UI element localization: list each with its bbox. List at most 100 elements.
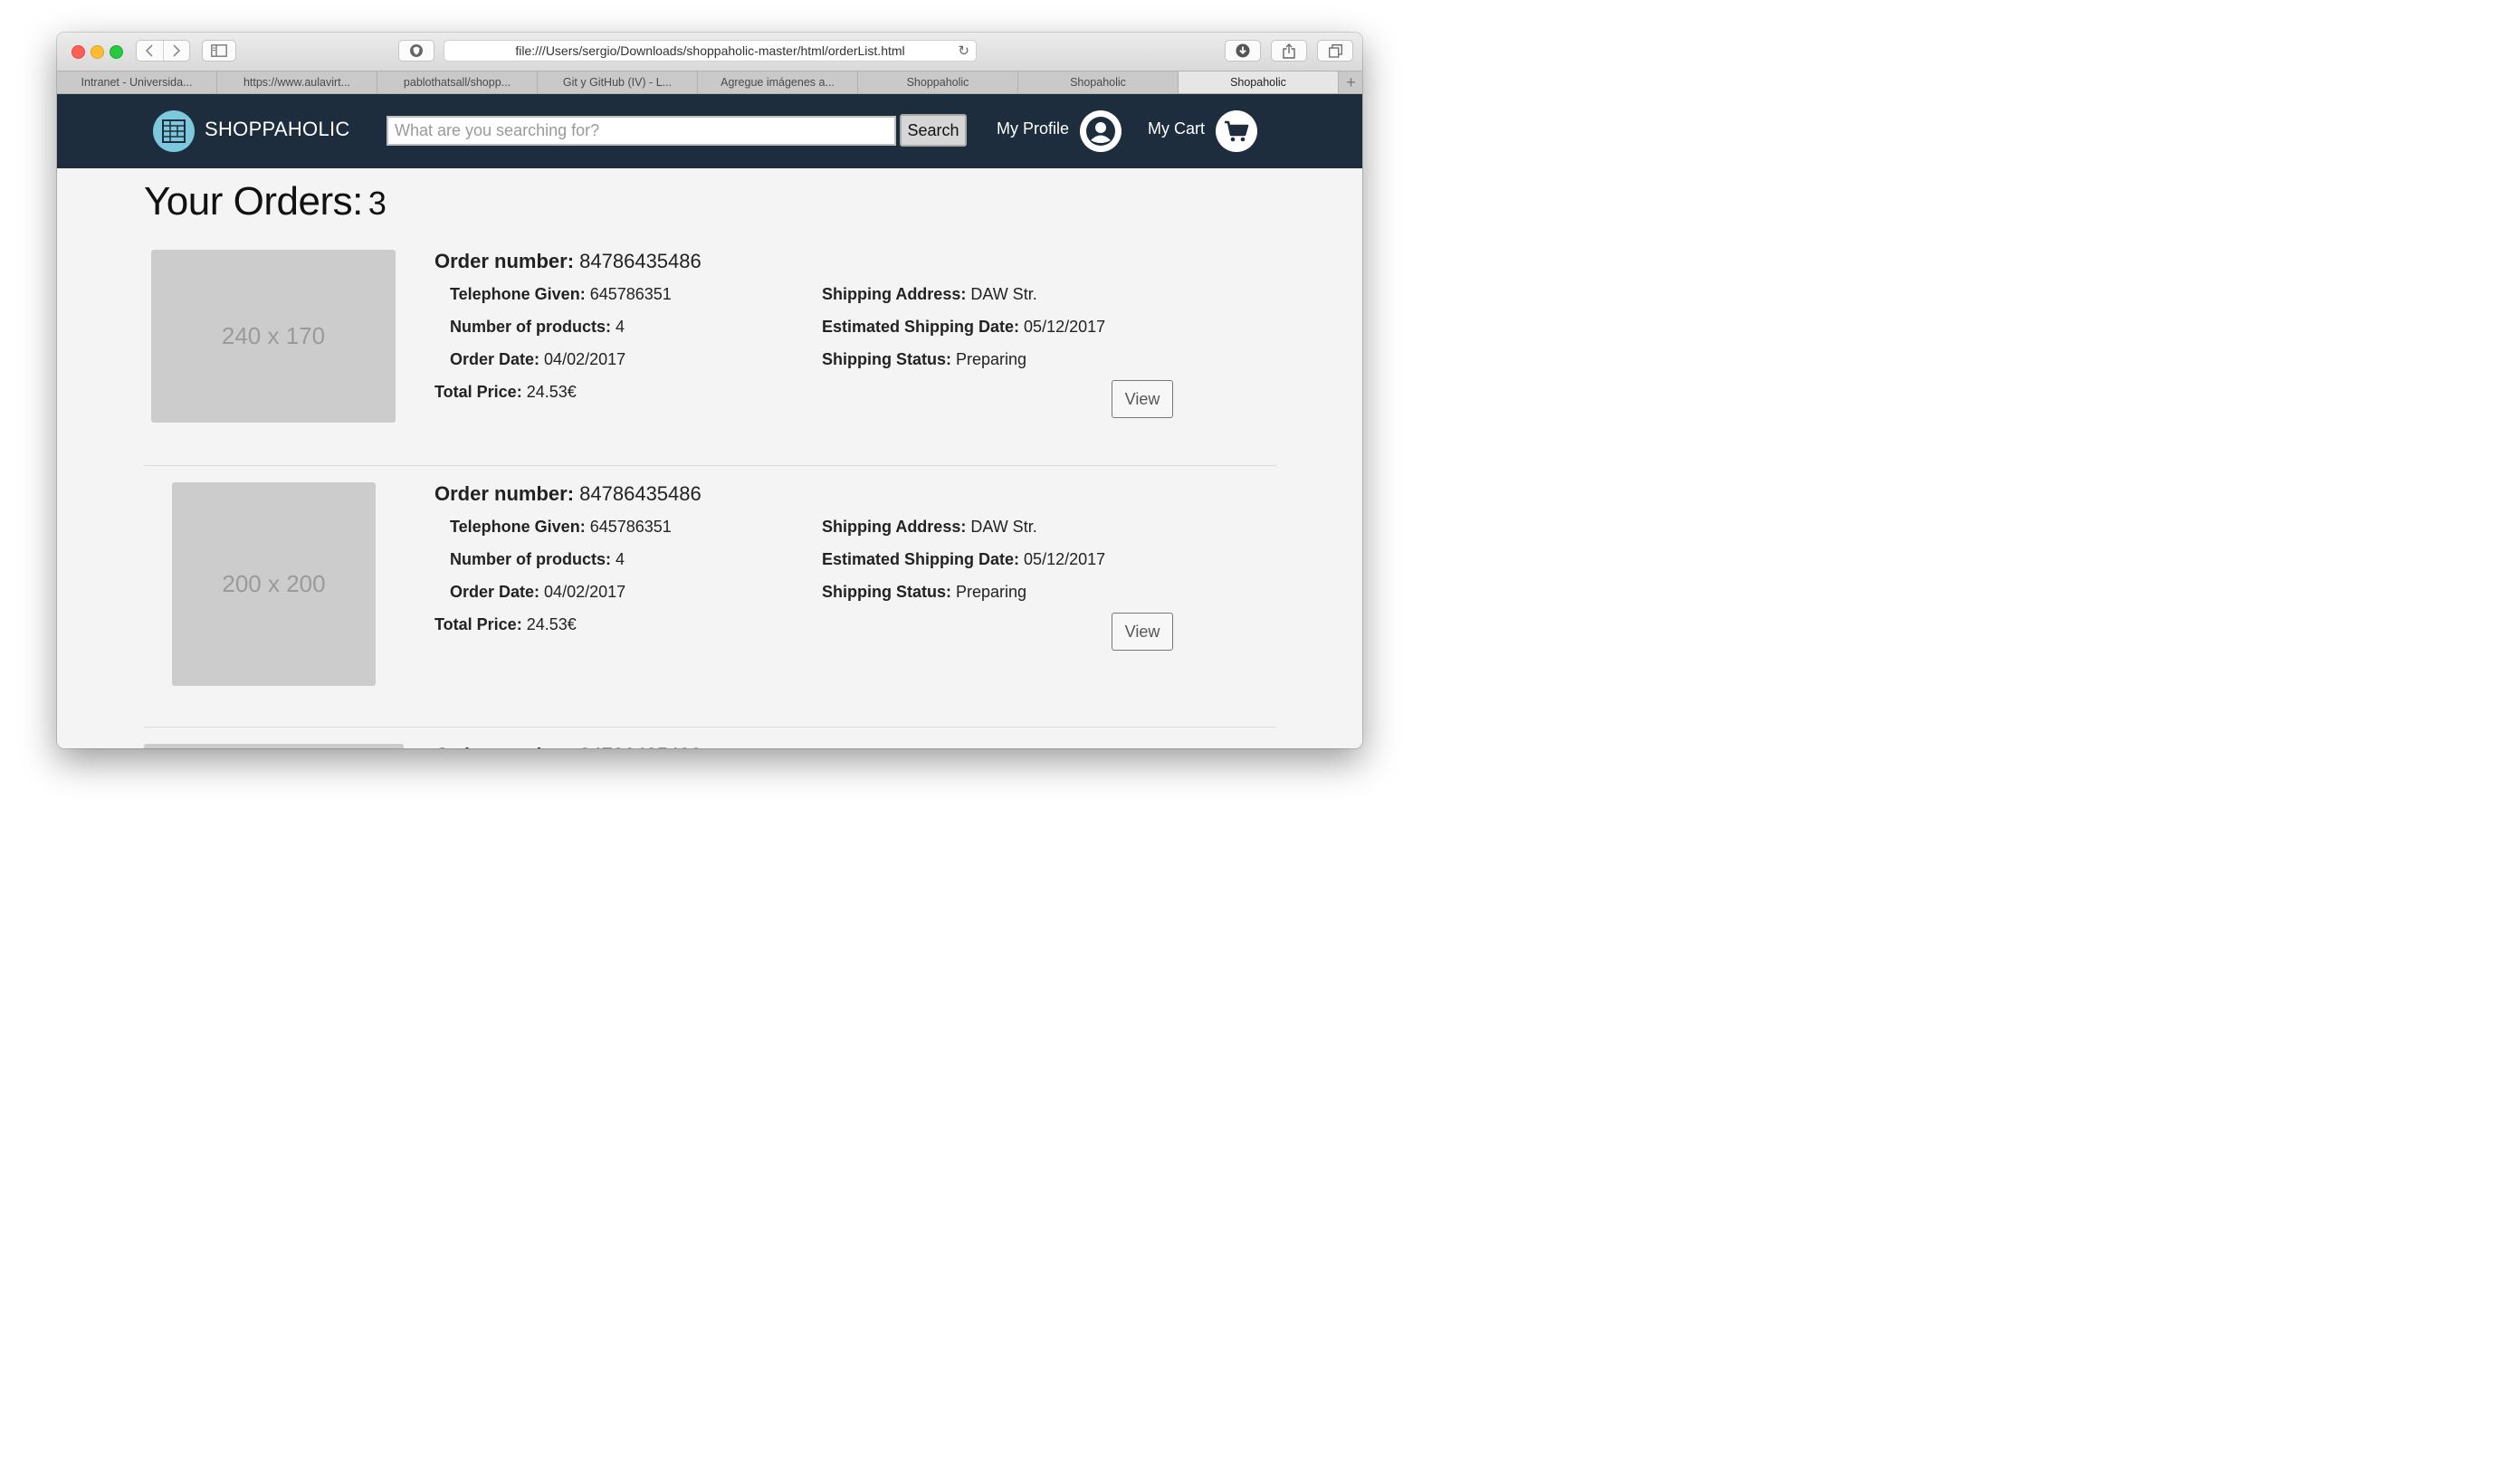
tabs-overview-icon (1328, 43, 1342, 58)
show-tabs-button[interactable] (1317, 40, 1353, 62)
page-title-text: Your Orders: (144, 179, 363, 224)
browser-tab[interactable]: Agregue imágenes a... (698, 71, 858, 93)
tab-label: Intranet - Universida... (81, 76, 193, 89)
search-input[interactable] (387, 116, 896, 146)
estimated-date-field: Estimated Shipping Date: 05/12/2017 (822, 550, 1105, 569)
order-card: 240 x 170 Order number: 84786435486 Tele… (144, 250, 1276, 467)
order-number: Order number: 84786435486 (434, 744, 702, 748)
tab-label: pablothatsall/shopp... (403, 76, 511, 89)
download-icon (1236, 43, 1250, 58)
browser-titlebar: file:///Users/sergio/Downloads/shoppahol… (57, 33, 1362, 71)
brand-logo[interactable] (153, 110, 195, 152)
shipping-status-label: Shipping Status: (822, 350, 951, 368)
shopping-cart-icon (1225, 120, 1249, 142)
order-date-value: 04/02/2017 (544, 583, 626, 601)
sidebar-toggle-button[interactable] (202, 40, 236, 62)
telephone-label: Telephone Given: (450, 518, 586, 536)
sidebar-icon (211, 44, 227, 57)
order-date-label: Order Date: (450, 583, 540, 601)
telephone-value: 645786351 (589, 518, 672, 536)
chevron-left-icon (146, 44, 153, 57)
zoom-window-button[interactable] (110, 45, 123, 59)
logo-grid-icon (162, 119, 186, 143)
total-price-label: Total Price: (434, 615, 522, 633)
profile-button[interactable] (1080, 110, 1122, 152)
order-number: Order number: 84786435486 (434, 250, 702, 273)
my-profile-link[interactable]: My Profile (997, 119, 1069, 138)
order-number-label: Order number: (434, 250, 575, 272)
my-cart-link[interactable]: My Cart (1148, 119, 1205, 138)
user-avatar-icon (1086, 117, 1115, 146)
order-date-field: Order Date: 04/02/2017 (450, 583, 625, 602)
order-number-label: Order number: (434, 482, 575, 505)
privacy-button[interactable] (398, 40, 434, 62)
order-number-value: 84786435486 (579, 744, 702, 748)
order-date-label: Order Date: (450, 350, 540, 368)
shipping-status-label: Shipping Status: (822, 583, 951, 601)
tab-label: Git y GitHub (IV) - L... (562, 76, 673, 89)
shipping-status-value: Preparing (956, 350, 1027, 368)
products-label: Number of products: (450, 318, 611, 336)
view-order-button[interactable]: View (1112, 380, 1173, 418)
share-button[interactable] (1271, 40, 1307, 62)
total-price-value: 24.53€ (526, 383, 577, 401)
shipping-address-value: DAW Str. (970, 518, 1037, 536)
order-date-field: Order Date: 04/02/2017 (450, 350, 625, 369)
browser-window: file:///Users/sergio/Downloads/shoppahol… (57, 33, 1362, 748)
shield-icon (410, 44, 423, 57)
shipping-address-field: Shipping Address: DAW Str. (822, 518, 1037, 537)
tab-label: Shopaholic (1230, 76, 1286, 89)
browser-tab[interactable]: Git y GitHub (IV) - L... (538, 71, 698, 93)
view-order-button[interactable]: View (1112, 613, 1173, 651)
browser-tab[interactable]: Intranet - Universida... (57, 71, 217, 93)
estimated-date-value: 05/12/2017 (1024, 550, 1106, 568)
shipping-status-field: Shipping Status: Preparing (822, 350, 1026, 369)
telephone-field: Telephone Given: 645786351 (450, 285, 672, 304)
total-price-field: Total Price: 24.53€ (434, 615, 577, 634)
new-tab-button[interactable]: + (1339, 71, 1362, 93)
order-image-placeholder (144, 744, 404, 748)
products-label: Number of products: (450, 550, 611, 568)
orders-page: Your Orders: 3 240 x 170 Order number: 84… (57, 168, 1362, 748)
browser-tab[interactable]: Shoppaholic (858, 71, 1018, 93)
products-field: Number of products: 4 (450, 550, 625, 569)
shipping-status-value: Preparing (956, 583, 1027, 601)
page-title: Your Orders: 3 (144, 179, 387, 224)
tab-label: Agregue imágenes a... (721, 76, 835, 89)
shipping-address-value: DAW Str. (970, 285, 1037, 303)
cart-button[interactable] (1216, 110, 1257, 152)
total-price-value: 24.53€ (526, 615, 577, 633)
telephone-label: Telephone Given: (450, 285, 586, 303)
downloads-button[interactable] (1225, 40, 1261, 62)
share-icon (1283, 43, 1295, 59)
total-price-field: Total Price: 24.53€ (434, 383, 577, 402)
search-button[interactable]: Search (900, 114, 967, 147)
telephone-field: Telephone Given: 645786351 (450, 518, 672, 537)
products-value: 4 (616, 550, 625, 568)
browser-tab[interactable]: https://www.aulavirt... (217, 71, 377, 93)
shipping-address-label: Shipping Address: (822, 518, 967, 536)
browser-tab-active[interactable]: Shopaholic (1179, 71, 1339, 93)
tab-label: https://www.aulavirt... (243, 76, 351, 89)
close-window-button[interactable] (72, 45, 85, 59)
orders-count: 3 (368, 185, 387, 222)
reload-icon[interactable]: ↻ (958, 43, 969, 59)
plus-icon: + (1346, 72, 1356, 91)
history-nav (136, 40, 190, 62)
minimize-window-button[interactable] (91, 45, 104, 59)
brand-name[interactable]: SHOPPAHOLIC (205, 118, 350, 141)
order-divider (144, 465, 1276, 466)
back-button[interactable] (137, 41, 163, 61)
order-image-placeholder: 240 x 170 (151, 250, 396, 423)
browser-tab[interactable]: Shopaholic (1018, 71, 1179, 93)
browser-tab[interactable]: pablothatsall/shopp... (377, 71, 538, 93)
shipping-status-field: Shipping Status: Preparing (822, 583, 1026, 602)
tab-label: Shoppaholic (906, 76, 969, 89)
order-number-value: 84786435486 (579, 482, 702, 505)
browser-tab-bar: Intranet - Universida... https://www.aul… (57, 71, 1362, 94)
order-date-value: 04/02/2017 (544, 350, 626, 368)
url-text: file:///Users/sergio/Downloads/shoppahol… (515, 43, 905, 58)
forward-button[interactable] (162, 41, 190, 61)
url-bar[interactable]: file:///Users/sergio/Downloads/shoppahol… (444, 40, 977, 62)
chevron-right-icon (173, 44, 180, 57)
